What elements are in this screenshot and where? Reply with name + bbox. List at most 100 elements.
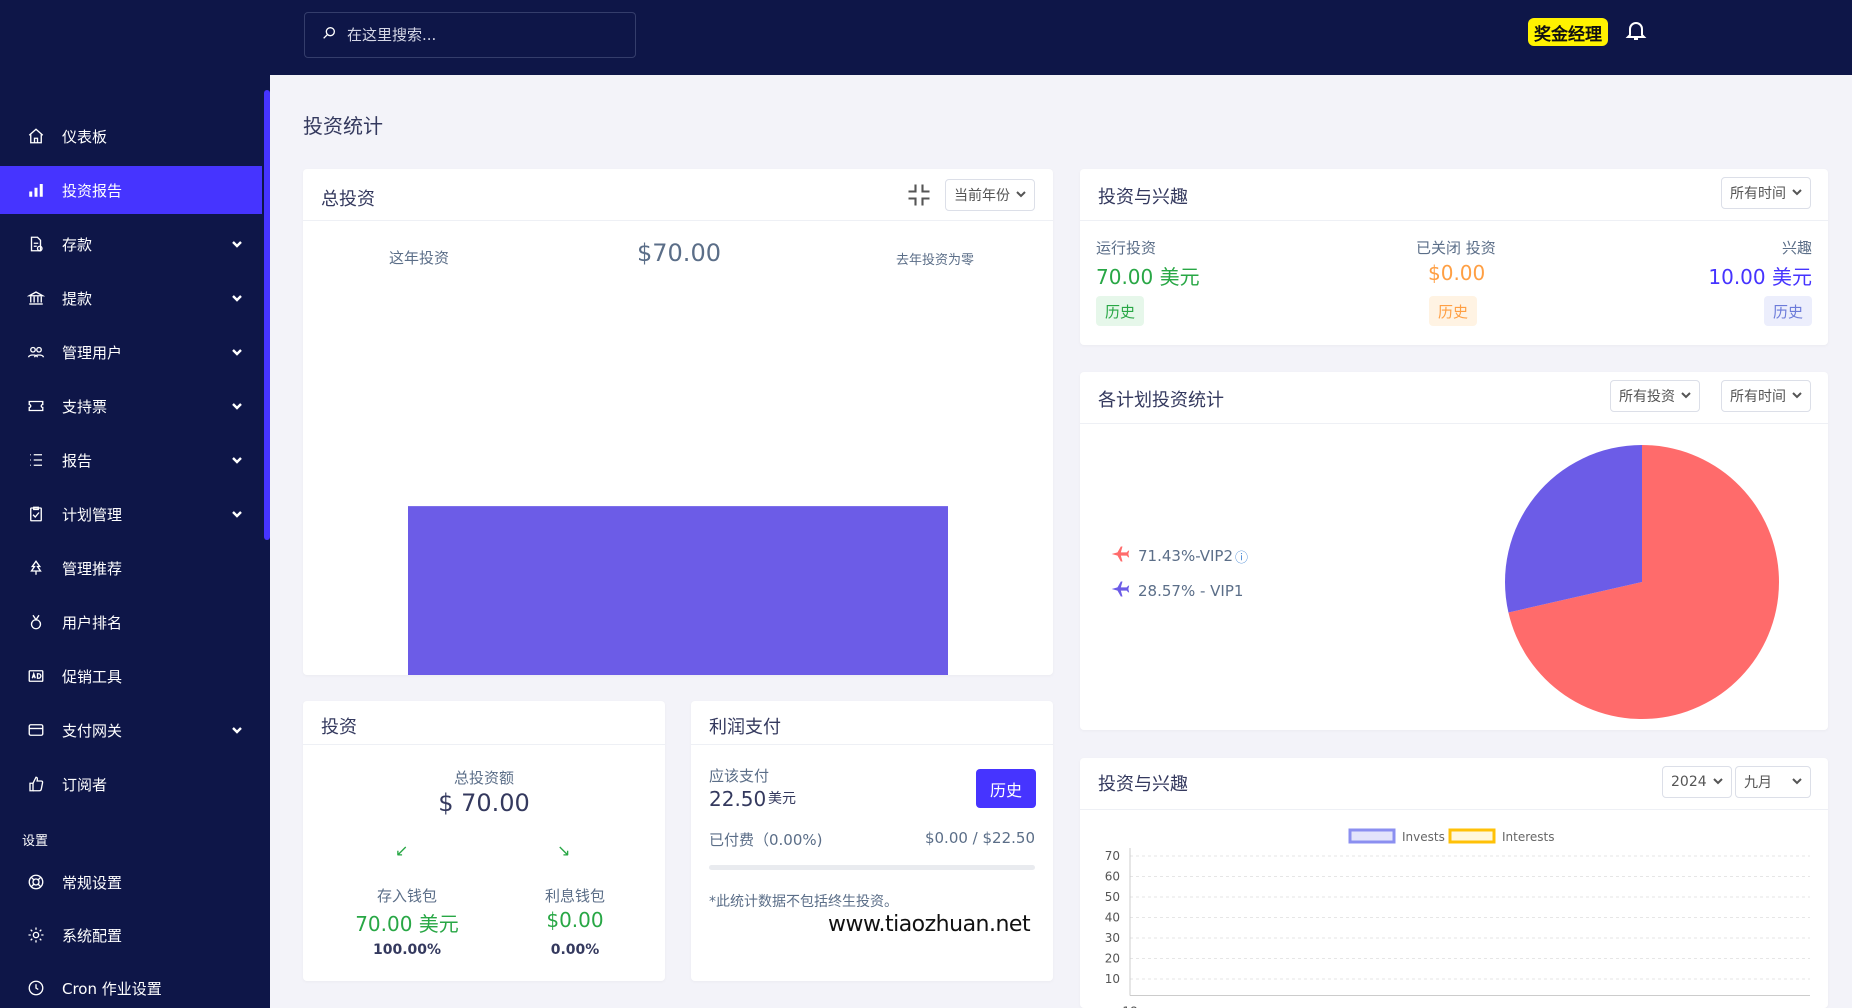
card-header: 总投资 当前年份 bbox=[303, 169, 1053, 221]
sidebar-item-plan-management[interactable]: 计划管理 bbox=[0, 490, 262, 538]
bar[interactable] bbox=[408, 506, 948, 675]
sidebar-item-support-tickets[interactable]: 支持票 bbox=[0, 382, 262, 430]
sidebar-item-investment-report[interactable]: 投资报告 bbox=[0, 166, 262, 214]
sidebar-item-deposits[interactable]: 存款 bbox=[0, 220, 262, 268]
invest-interest-line-chart: Invests Interests 70 60 50 40 30 20 10 18 bbox=[1105, 828, 1810, 1008]
sidebar-item-promotion-tools[interactable]: 促销工具 bbox=[0, 652, 262, 700]
time-filter-select[interactable]: 所有时间 bbox=[1721, 380, 1811, 412]
ad-icon bbox=[26, 666, 46, 686]
total-invested-value: $ 70.00 bbox=[438, 789, 530, 817]
payout-history-button[interactable]: 历史 bbox=[976, 769, 1036, 808]
sidebar-item-label: 计划管理 bbox=[62, 505, 123, 524]
list-icon bbox=[26, 450, 46, 470]
period-select-value: 当前年份 bbox=[954, 188, 1010, 204]
sidebar-item-label: 支付网关 bbox=[62, 721, 123, 740]
chevron-down-icon bbox=[230, 292, 244, 304]
credit-card-icon bbox=[26, 720, 46, 740]
search-input[interactable] bbox=[347, 26, 617, 44]
year-select[interactable]: 2024 bbox=[1662, 766, 1732, 798]
y-tick-label: 30 bbox=[1105, 931, 1120, 945]
notification-bell-icon[interactable] bbox=[1624, 18, 1650, 44]
chevron-down-icon bbox=[1786, 388, 1802, 404]
chevron-down-icon bbox=[230, 238, 244, 250]
tree-icon bbox=[26, 558, 46, 578]
running-history-button[interactable]: 历史 bbox=[1096, 296, 1145, 326]
legend-swatch bbox=[1448, 828, 1496, 844]
this-year-label: 这年投资 bbox=[389, 249, 450, 267]
profit-payout-card: 利润支付 应该支付 22.50 美元 已付费（0.00%) $0.00 / $2… bbox=[691, 701, 1053, 981]
last-year-note: 去年投资为零 bbox=[896, 253, 975, 268]
plane-icon bbox=[1110, 544, 1138, 568]
thumbs-up-icon bbox=[26, 774, 46, 794]
search-icon bbox=[321, 25, 347, 45]
gear-icon bbox=[26, 925, 46, 945]
compress-icon[interactable] bbox=[905, 181, 933, 213]
deposit-wallet-percent: 100.00% bbox=[372, 942, 442, 958]
time-select-value: 所有时间 bbox=[1730, 186, 1786, 202]
life-ring-icon bbox=[26, 872, 46, 892]
sidebar-item-user-ranking[interactable]: 用户排名 bbox=[0, 598, 262, 646]
deposit-wallet-label: 存入钱包 bbox=[376, 887, 437, 905]
sidebar-item-label: 常规设置 bbox=[62, 873, 123, 892]
due-payout-unit: 美元 bbox=[768, 791, 796, 807]
sidebar-item-dashboard[interactable]: 仪表板 bbox=[0, 112, 262, 160]
legend-label: 71.43%-VIP2 bbox=[1138, 547, 1234, 565]
sidebar-item-label: 报告 bbox=[62, 451, 93, 470]
interest-wallet-value: $0.00 bbox=[546, 908, 604, 932]
sidebar-item-payment-gateways[interactable]: 支付网关 bbox=[0, 706, 262, 754]
info-icon[interactable]: ⓘ bbox=[1235, 547, 1248, 566]
interest-history-button[interactable]: 历史 bbox=[1763, 296, 1812, 326]
plane-icon bbox=[1110, 579, 1138, 603]
bonus-manager-badge[interactable]: 奖金经理 bbox=[1528, 18, 1608, 46]
sidebar-item-label: 提款 bbox=[62, 289, 93, 308]
sidebar-item-cron-settings[interactable]: Cron 作业设置 bbox=[0, 964, 262, 1008]
sidebar-item-referrals[interactable]: 管理推荐 bbox=[0, 544, 262, 592]
month-select[interactable]: 九月 bbox=[1735, 766, 1811, 798]
sidebar-item-label: 仪表板 bbox=[62, 127, 108, 146]
closed-investment-label: 已关闭 投资 bbox=[1416, 239, 1496, 257]
sidebar-item-system-config[interactable]: 系统配置 bbox=[0, 911, 262, 959]
closed-investment-value: $0.00 bbox=[1428, 261, 1486, 285]
sidebar-item-general-settings[interactable]: 常规设置 bbox=[0, 858, 262, 906]
users-icon bbox=[26, 342, 46, 362]
ticket-icon bbox=[26, 396, 46, 416]
y-tick-label: 20 bbox=[1105, 952, 1120, 966]
card-header: 利润支付 bbox=[691, 701, 1053, 745]
legend-item-vip2: 71.43%-VIP2 ⓘ bbox=[1110, 544, 1248, 568]
interest-label: 兴趣 bbox=[1781, 239, 1812, 257]
sidebar-scrollbar[interactable] bbox=[264, 90, 270, 540]
y-tick-label: 40 bbox=[1105, 911, 1120, 925]
x-tick-label: 18 bbox=[1122, 1005, 1137, 1008]
stats-note: *此统计数据不包括终生投资。 bbox=[709, 894, 898, 910]
search-box[interactable] bbox=[304, 12, 636, 58]
sidebar-item-label: 支持票 bbox=[62, 397, 108, 416]
time-filter-value: 所有时间 bbox=[1730, 389, 1786, 405]
sidebar-item-reports[interactable]: 报告 bbox=[0, 436, 262, 484]
running-investment-value: 70.00 美元 bbox=[1096, 265, 1200, 289]
card-title: 总投资 bbox=[321, 189, 375, 210]
legend-item-vip1: 28.57% - VIP1 bbox=[1110, 579, 1243, 603]
closed-history-button[interactable]: 历史 bbox=[1429, 296, 1478, 326]
sidebar-item-manage-users[interactable]: 管理用户 bbox=[0, 328, 262, 376]
due-payout-label: 应该支付 bbox=[709, 767, 770, 785]
card-title: 投资 bbox=[321, 717, 357, 738]
card-header: 投资与兴趣 2024 九月 bbox=[1080, 758, 1828, 810]
time-select[interactable]: 所有时间 bbox=[1721, 177, 1811, 209]
y-tick-label: 50 bbox=[1105, 890, 1120, 904]
payout-progress-bar bbox=[709, 865, 1035, 870]
period-select[interactable]: 当前年份 bbox=[945, 179, 1035, 211]
sidebar-item-label: Cron 作业设置 bbox=[62, 979, 162, 998]
due-payout-value: 22.50 bbox=[709, 787, 767, 811]
chevron-down-icon bbox=[1707, 774, 1723, 790]
legend-swatch bbox=[1348, 828, 1396, 844]
sidebar-item-subscribers[interactable]: 订阅者 bbox=[0, 760, 262, 808]
sidebar-item-withdrawals[interactable]: 提款 bbox=[0, 274, 262, 322]
arrow-down-left-icon: ↙ bbox=[395, 841, 409, 860]
interest-value: 10.00 美元 bbox=[1708, 265, 1812, 289]
interest-wallet-label: 利息钱包 bbox=[544, 887, 605, 905]
chevron-down-icon bbox=[1675, 388, 1691, 404]
investment-filter-select[interactable]: 所有投资 bbox=[1610, 380, 1700, 412]
bank-icon bbox=[26, 288, 46, 308]
sidebar-item-label: 用户排名 bbox=[62, 613, 123, 632]
month-select-value: 九月 bbox=[1744, 775, 1772, 791]
